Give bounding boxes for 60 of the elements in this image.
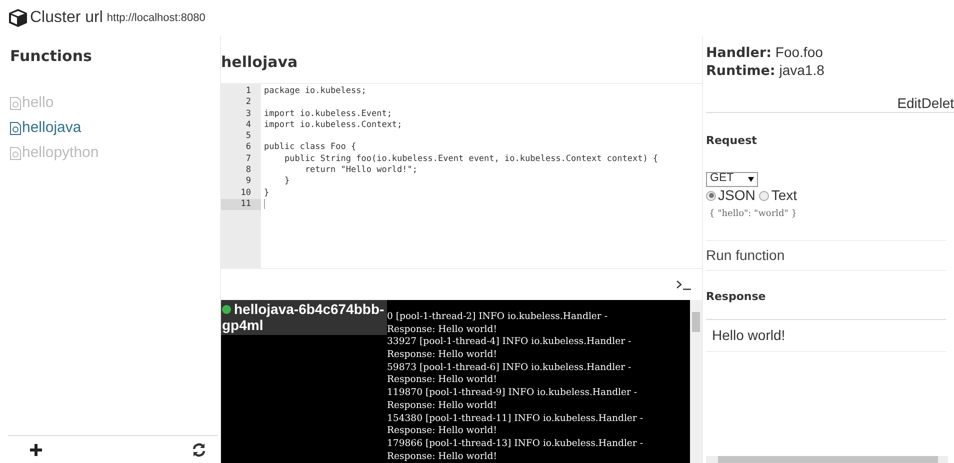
format-radio[interactable]: Text (759, 185, 798, 206)
log-line: 119870 [pool-1-thread-9] INFO io.kubeless.Handler - (387, 387, 638, 398)
method-select[interactable]: GET (706, 172, 758, 186)
response-heading: Response (706, 288, 767, 304)
scrollbar[interactable] (690, 300, 702, 463)
code-line: package io.kubeless; (264, 86, 366, 96)
file-code-icon (10, 147, 21, 160)
line-number: 8 (244, 165, 252, 176)
request-body-field[interactable]: { "hello": "world" } (706, 204, 946, 240)
refresh-icon[interactable] (192, 442, 206, 456)
log-line: Response: Hello world! (387, 374, 497, 386)
action-link[interactable]: Edit (897, 94, 922, 112)
response-output: Hello world! (706, 319, 946, 352)
cube-icon (8, 8, 28, 28)
file-code-icon (10, 122, 21, 135)
run-function-button[interactable]: Run function (706, 240, 946, 270)
add-icon[interactable] (30, 444, 42, 456)
line-number: 6 (244, 142, 252, 154)
file-code-icon (10, 97, 21, 110)
cluster-url: http://localhost:8080 (106, 10, 206, 26)
line-number: 7 (244, 154, 252, 166)
line-number: 5 (244, 131, 252, 142)
function-title: hellojava (221, 53, 299, 73)
code-line: } (283, 176, 290, 186)
terminal-icon[interactable] (676, 280, 692, 290)
sidebar-title: Functions (10, 47, 93, 65)
log-line: Response: Hello world! (387, 450, 497, 462)
line-number: 2 (244, 97, 252, 109)
text-cursor (264, 198, 265, 209)
log-line: 59873 [pool-1-thread-6] INFO io.kubeless.Handler - (387, 362, 632, 373)
function-item[interactable]: hellojava (0, 116, 218, 141)
log-line: 33927 [pool-1-thread-4] INFO io.kubeless.Handler - (387, 336, 632, 348)
log-line: 154380 [pool-1-thread-11] INFO io.kubeless.Handler - (387, 412, 643, 424)
format-radio[interactable]: JSON (706, 185, 756, 206)
code-line: import io.kubeless.Context; (264, 120, 402, 130)
line-number: 9 (244, 176, 252, 188)
code-line: } (264, 188, 270, 198)
log-line: 0 [pool-1-thread-2] INFO io.kubeless.Handler - (387, 311, 608, 322)
line-number: 11 (221, 198, 261, 210)
code-line: public class Foo { (264, 142, 356, 152)
pod-label[interactable]: hellojava-6b4c674bbb-gp4ml (221, 300, 387, 335)
log-line: Response: Hello world! (387, 425, 497, 436)
log-line: 179866 [pool-1-thread-13] INFO io.kubeless.Handler - (387, 438, 643, 449)
caret-icon (748, 176, 754, 182)
line-number: 3 (244, 108, 252, 120)
log-line: Response: Hello world! (387, 324, 497, 335)
runtime-text: Runtime: java1.8 (706, 62, 826, 80)
action-link[interactable]: Delet (921, 94, 954, 112)
request-heading: Request (706, 133, 758, 149)
code-line: import io.kubeless.Event; (264, 108, 392, 119)
code-line: public String foo(io.kubeless.Event event, io.kubeless.Context context) { (283, 154, 658, 164)
handler-text: Handler: Foo.foo (706, 44, 824, 62)
code-line: return "Hello world!"; (304, 165, 418, 176)
line-number: 4 (244, 120, 252, 132)
log-line: Response: Hello world! (387, 400, 497, 411)
line-number: 10 (240, 188, 252, 199)
scrollbar[interactable] (706, 456, 948, 463)
log-line: Response: Hello world! (387, 349, 497, 360)
line-number: 1 (244, 86, 252, 98)
header-title: Cluster url (30, 8, 103, 28)
